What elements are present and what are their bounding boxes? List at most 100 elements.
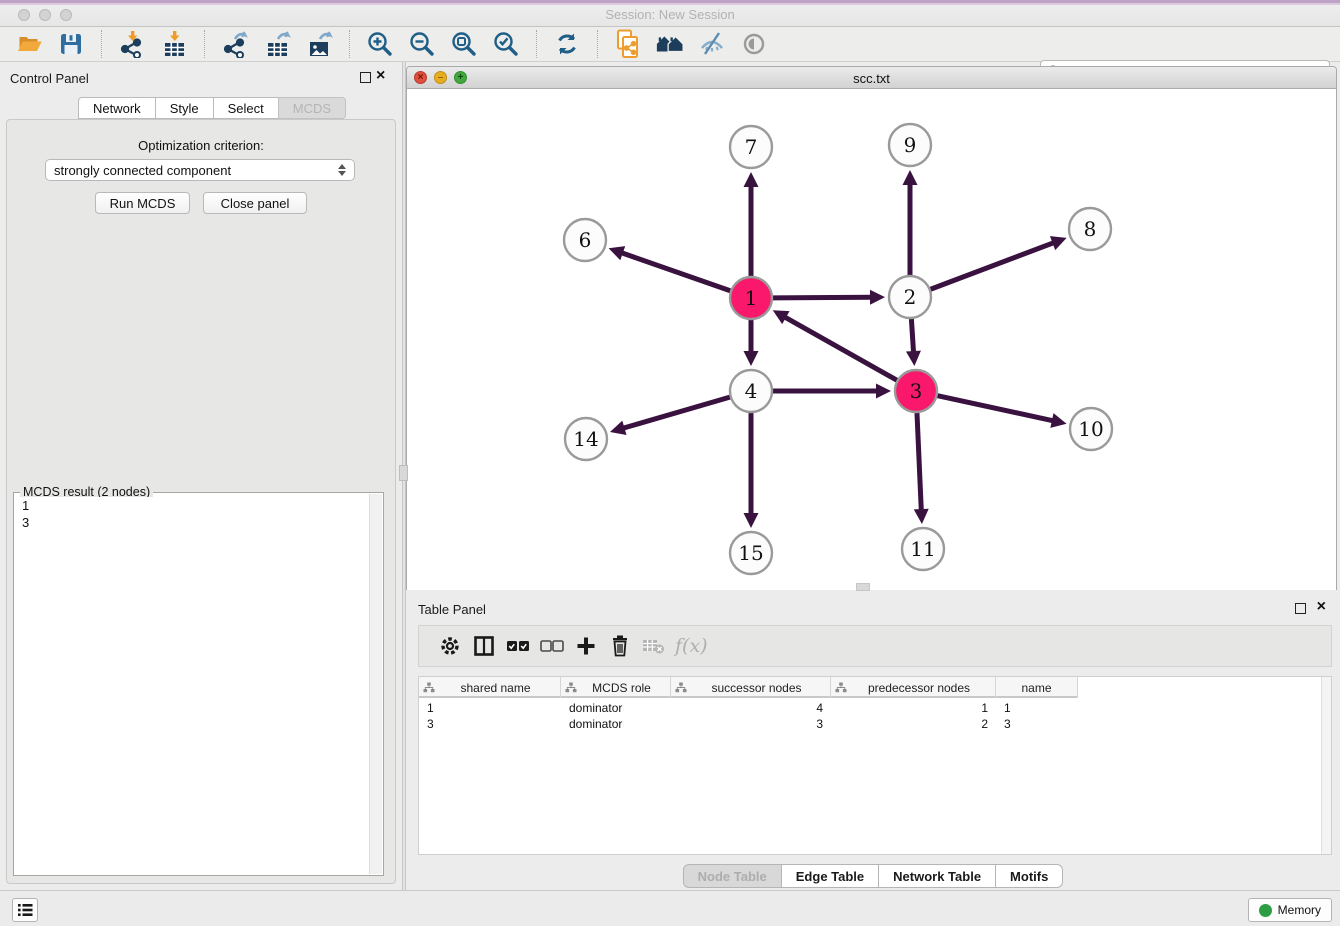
table-cell[interactable]: 4 — [671, 700, 831, 716]
hide-graphics-icon[interactable] — [697, 29, 727, 59]
graph-edge-1-2[interactable] — [773, 297, 872, 298]
memory-status-icon — [1259, 904, 1272, 917]
tab-network[interactable]: Network — [78, 97, 155, 119]
run-mcds-button[interactable]: Run MCDS — [95, 192, 190, 214]
select-all-icon[interactable] — [501, 631, 535, 661]
export-network-icon[interactable] — [220, 29, 250, 59]
column-header-predecessor-nodes[interactable]: predecessor nodes — [831, 677, 996, 698]
tab-network-table[interactable]: Network Table — [878, 864, 995, 888]
tab-mcds[interactable]: MCDS — [278, 97, 346, 119]
toolbar-separator — [536, 30, 537, 58]
table-cell[interactable]: 3 — [996, 716, 1078, 732]
zoom-fit-icon[interactable] — [449, 29, 479, 59]
graph-node-label: 3 — [910, 379, 923, 403]
close-table-panel-icon[interactable]: × — [1317, 597, 1326, 617]
graph-edge-arrowhead — [1050, 413, 1066, 428]
network-canvas[interactable]: 7968124314101511 — [407, 89, 1336, 590]
function-builder-icon: f(x) — [675, 635, 708, 657]
column-header-name[interactable]: name — [996, 677, 1078, 698]
tab-edge-table[interactable]: Edge Table — [781, 864, 878, 888]
column-header-shared-name[interactable]: shared name — [419, 677, 561, 698]
column-header-MCDS-role[interactable]: MCDS role — [561, 677, 671, 698]
node-table[interactable]: shared name MCDS role successor nodesprede… — [418, 676, 1332, 855]
add-column-icon[interactable] — [569, 631, 603, 661]
network-graph[interactable]: 7968124314101511 — [407, 89, 1336, 590]
graph-edge-2-8[interactable] — [931, 242, 1055, 289]
graph-node-label: 11 — [910, 537, 935, 561]
tab-motifs[interactable]: Motifs — [995, 864, 1063, 888]
zoom-selected-icon[interactable] — [491, 29, 521, 59]
optimization-criterion-label: Optimization criterion: — [7, 138, 395, 153]
table-cell[interactable]: 3 — [671, 716, 831, 732]
table-cell[interactable]: 2 — [831, 716, 996, 732]
graph-node-label: 1 — [745, 286, 758, 310]
column-header-successor-nodes[interactable]: successor nodes — [671, 677, 831, 698]
save-session-icon[interactable] — [56, 29, 86, 59]
refresh-icon[interactable] — [552, 29, 582, 59]
graph-edge-arrowhead — [744, 513, 759, 528]
open-session-icon[interactable] — [14, 29, 44, 59]
graph-edge-4-14[interactable] — [622, 397, 729, 428]
toolbar-separator — [101, 30, 102, 58]
zoom-in-icon[interactable] — [365, 29, 395, 59]
dropdown-stepper-icon — [338, 164, 346, 176]
table-row[interactable]: 3dominator323 — [419, 716, 1078, 732]
task-history-button[interactable] — [12, 898, 38, 922]
graph-edge-arrowhead — [906, 351, 921, 366]
column-header-label: shared name — [435, 681, 556, 695]
memory-button[interactable]: Memory — [1248, 898, 1332, 922]
import-network-icon[interactable] — [117, 29, 147, 59]
tab-style[interactable]: Style — [155, 97, 213, 119]
import-table-icon[interactable] — [159, 29, 189, 59]
graph-edge-3-10[interactable] — [937, 396, 1053, 421]
home-icon[interactable] — [655, 29, 685, 59]
vertical-splitter-grip[interactable] — [399, 465, 408, 481]
tab-select[interactable]: Select — [213, 97, 278, 119]
float-table-panel-icon[interactable] — [1295, 603, 1306, 614]
graph-edge-3-11[interactable] — [917, 413, 921, 511]
mcds-result-text[interactable]: 1 3 — [16, 497, 368, 873]
graph-edge-arrowhead — [903, 170, 918, 185]
mcds-tab-content: Optimization criterion: strongly connect… — [6, 119, 396, 884]
table-tabs: Node Table Edge Table Network Table Moti… — [406, 864, 1340, 888]
table-panel-title: Table Panel — [418, 602, 486, 617]
graph-edge-2-3[interactable] — [911, 319, 913, 353]
window-accent-strip2 — [0, 3, 1340, 5]
table-cell[interactable]: dominator — [561, 700, 671, 716]
table-cell[interactable]: 1 — [996, 700, 1078, 716]
table-settings-gear-icon[interactable] — [433, 631, 467, 661]
column-header-label: MCDS role — [577, 681, 666, 695]
export-table-icon[interactable] — [262, 29, 292, 59]
table-row[interactable]: 1dominator411 — [419, 700, 1078, 716]
delete-column-trash-icon[interactable] — [603, 631, 637, 661]
close-panel-icon[interactable]: × — [376, 66, 385, 86]
close-panel-button[interactable]: Close panel — [203, 192, 307, 214]
graph-node-label: 14 — [573, 427, 598, 451]
show-columns-icon[interactable] — [467, 631, 501, 661]
table-scrollbar[interactable] — [1321, 677, 1331, 854]
horizontal-splitter-grip[interactable] — [856, 583, 870, 591]
mcds-result-scrollbar[interactable] — [369, 494, 382, 874]
show-graphics-icon[interactable] — [739, 29, 769, 59]
graph-node-label: 10 — [1078, 417, 1103, 441]
graph-node-label: 2 — [904, 285, 917, 309]
network-titlebar[interactable]: × – + scc.txt — [407, 67, 1336, 89]
export-image-icon[interactable] — [304, 29, 334, 59]
table-cell[interactable]: 1 — [419, 700, 561, 716]
criterion-dropdown[interactable]: strongly connected component — [45, 159, 355, 181]
window-title: Session: New Session — [0, 7, 1340, 22]
graph-edge-arrowhead — [870, 290, 885, 305]
graph-edge-1-6[interactable] — [621, 253, 730, 291]
float-panel-icon[interactable] — [360, 72, 371, 83]
network-window: × – + scc.txt 7968124314101511 — [406, 66, 1337, 590]
deselect-all-icon[interactable] — [535, 631, 569, 661]
table-cell[interactable]: dominator — [561, 716, 671, 732]
table-cell[interactable]: 1 — [831, 700, 996, 716]
toolbar-separator — [204, 30, 205, 58]
zoom-out-icon[interactable] — [407, 29, 437, 59]
tab-node-table[interactable]: Node Table — [683, 864, 781, 888]
graph-edge-3-1[interactable] — [784, 317, 897, 381]
table-cell[interactable]: 3 — [419, 716, 561, 732]
control-panel-title: Control Panel — [10, 71, 89, 86]
copy-network-icon[interactable] — [613, 29, 643, 59]
